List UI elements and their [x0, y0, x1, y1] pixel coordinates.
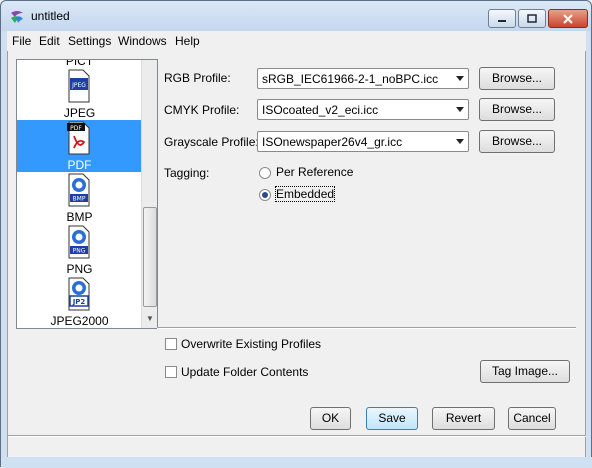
list-scrollbar[interactable]: ▼ — [141, 60, 157, 328]
chevron-down-icon — [456, 107, 464, 112]
list-item-label: BMP — [66, 210, 93, 224]
list-item-png[interactable]: PNG PNG — [17, 224, 142, 276]
svg-text:BMP: BMP — [73, 196, 86, 203]
app-logo-icon — [11, 11, 23, 23]
jpeg-file-icon: JPEG — [68, 69, 90, 103]
app-window: untitled File Edit Settings Windows Help… — [0, 0, 592, 468]
radio-selected-dot — [262, 192, 268, 198]
list-item-jpeg[interactable]: JPEG JPEG — [17, 68, 142, 120]
list-item-bmp[interactable]: BMP BMP — [17, 172, 142, 224]
grayscale-browse-button[interactable]: Browse... — [479, 130, 555, 153]
scroll-down-arrow-icon[interactable]: ▼ — [143, 312, 157, 326]
list-item-pdf[interactable]: PDF PDF — [17, 120, 142, 172]
overwrite-profiles-label[interactable]: Overwrite Existing Profiles — [181, 337, 321, 351]
bmp-file-icon: BMP — [68, 173, 90, 207]
section-divider — [157, 327, 576, 329]
update-folder-label[interactable]: Update Folder Contents — [181, 365, 308, 379]
list-item-label: PDF — [67, 158, 92, 172]
per-reference-radio[interactable] — [259, 167, 271, 179]
embedded-radio[interactable] — [259, 189, 271, 201]
update-folder-checkbox[interactable] — [165, 366, 177, 378]
rgb-profile-value: sRGB_IEC61966-2-1_noBPC.icc — [262, 72, 439, 86]
embedded-label[interactable]: Embedded — [274, 186, 336, 202]
maximize-button[interactable] — [518, 9, 546, 28]
close-button[interactable] — [548, 9, 588, 28]
cancel-button[interactable]: Cancel — [508, 407, 556, 430]
cmyk-profile-label: CMYK Profile: — [164, 103, 240, 117]
rgb-profile-label: RGB Profile: — [164, 71, 231, 85]
menu-settings[interactable]: Settings — [68, 34, 111, 48]
list-item-label: PNG — [66, 262, 93, 276]
tagging-label: Tagging: — [164, 166, 210, 180]
maximize-icon — [527, 14, 537, 23]
grayscale-profile-dropdown[interactable]: ISOnewspaper26v4_gr.icc — [257, 131, 469, 152]
overwrite-profiles-checkbox[interactable] — [165, 338, 177, 350]
jp2-file-icon: JP2 — [68, 277, 90, 311]
scrollbar-thumb[interactable] — [143, 207, 157, 307]
tag-image-button[interactable]: Tag Image... — [480, 360, 570, 383]
menu-bar: File Edit Settings Windows Help — [7, 31, 586, 51]
chevron-down-icon — [456, 139, 464, 144]
rgb-profile-dropdown[interactable]: sRGB_IEC61966-2-1_noBPC.icc — [257, 68, 469, 89]
list-item-label: JPEG2000 — [50, 314, 109, 328]
pdf-file-icon: PDF — [67, 121, 90, 155]
menu-windows[interactable]: Windows — [118, 34, 167, 48]
chevron-down-icon — [456, 76, 464, 81]
svg-text:JP2: JP2 — [72, 298, 86, 306]
status-bar-divider — [8, 435, 586, 437]
save-button[interactable]: Save — [366, 407, 418, 430]
minimize-icon — [498, 19, 506, 22]
list-item-label-partial: PICT — [65, 59, 94, 68]
menu-file[interactable]: File — [12, 34, 31, 48]
png-file-icon: PNG — [68, 225, 90, 259]
window-bottom-frame — [1, 457, 592, 468]
svg-text:JPEG: JPEG — [71, 82, 86, 89]
ok-button[interactable]: OK — [310, 407, 351, 430]
rgb-browse-button[interactable]: Browse... — [479, 67, 555, 90]
menu-help[interactable]: Help — [175, 34, 200, 48]
cmyk-profile-dropdown[interactable]: ISOcoated_v2_eci.icc — [257, 99, 469, 120]
cmyk-browse-button[interactable]: Browse... — [479, 98, 555, 121]
window-title: untitled — [31, 9, 70, 23]
cmyk-profile-value: ISOcoated_v2_eci.icc — [262, 103, 379, 117]
dialog-body: PICT JPEG JPEG PDF PDF BMP BMP PNG PNG J… — [7, 51, 586, 457]
minimize-button[interactable] — [488, 9, 516, 28]
svg-text:PNG: PNG — [73, 248, 86, 255]
list-item-label: JPEG — [63, 106, 96, 120]
close-icon — [563, 13, 573, 24]
svg-text:PDF: PDF — [70, 125, 82, 132]
menu-edit[interactable]: Edit — [39, 34, 60, 48]
grayscale-profile-label: Grayscale Profile: — [164, 135, 259, 149]
title-bar[interactable]: untitled — [1, 1, 591, 31]
per-reference-label[interactable]: Per Reference — [276, 165, 353, 179]
list-item-jpeg2000[interactable]: JP2 JPEG2000 — [17, 276, 142, 328]
grayscale-profile-value: ISOnewspaper26v4_gr.icc — [262, 135, 403, 149]
revert-button[interactable]: Revert — [432, 407, 495, 430]
format-list[interactable]: PICT JPEG JPEG PDF PDF BMP BMP PNG PNG J… — [16, 59, 158, 329]
